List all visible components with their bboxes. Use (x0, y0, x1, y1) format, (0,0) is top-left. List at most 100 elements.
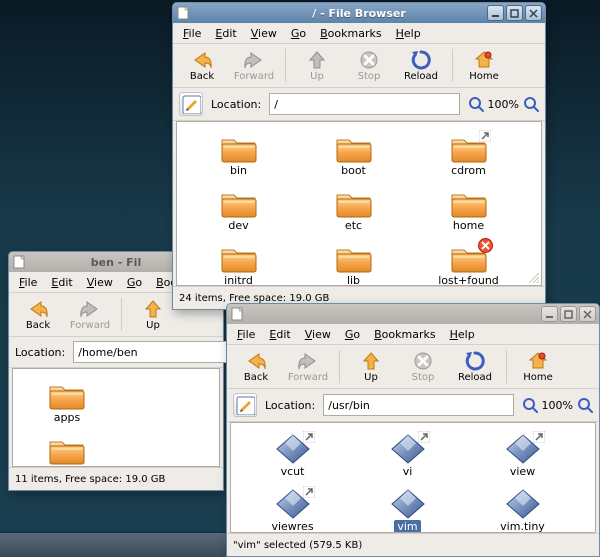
maximize-button[interactable] (560, 306, 577, 322)
folder-icon (449, 242, 489, 274)
resize-grip[interactable] (525, 269, 539, 283)
app-icon (177, 6, 191, 20)
file-view[interactable]: appsbinhtdocsmy-stuff (12, 368, 220, 467)
file-label: viewres (271, 520, 313, 533)
menu-go[interactable]: Go (339, 326, 366, 343)
menu-bookmarks[interactable]: Bookmarks (368, 326, 441, 343)
file-label: cdrom (451, 164, 486, 177)
menu-view[interactable]: View (81, 274, 119, 291)
file-item[interactable]: etc (296, 187, 411, 232)
close-button[interactable] (525, 5, 542, 21)
titlebar[interactable]: x (227, 304, 599, 324)
file-item[interactable]: lib (296, 242, 411, 286)
reload-button[interactable]: Reload (396, 47, 446, 84)
file-item[interactable]: bin (17, 434, 117, 467)
executable-icon (388, 433, 428, 465)
menu-edit[interactable]: Edit (45, 274, 78, 291)
minimize-button[interactable] (487, 5, 504, 21)
menu-file[interactable]: File (13, 274, 43, 291)
menu-go[interactable]: Go (121, 274, 148, 291)
zoom-in-button[interactable] (523, 96, 539, 112)
window-usrbin: x File Edit View Go Bookmarks Help Back … (226, 303, 600, 557)
file-label: bin (230, 164, 247, 177)
file-item[interactable]: lost+found (411, 242, 526, 286)
close-button[interactable] (579, 306, 596, 322)
symlink-emblem-icon (533, 431, 545, 443)
folder-icon (334, 187, 374, 219)
forward-button[interactable]: Forward (229, 47, 279, 84)
menu-file[interactable]: File (231, 326, 261, 343)
menu-help[interactable]: Help (390, 25, 427, 42)
symlink-emblem-icon (479, 130, 491, 142)
file-item[interactable]: view (465, 433, 580, 478)
zoom-out-button[interactable] (468, 96, 484, 112)
file-item[interactable]: vi (350, 433, 465, 478)
back-button[interactable]: Back (231, 348, 281, 385)
file-item[interactable]: home (411, 187, 526, 232)
file-view[interactable]: vcut vi view viewres vim vim.tiny (230, 422, 596, 533)
file-item[interactable]: apps (17, 379, 117, 424)
file-item[interactable]: vcut (235, 433, 350, 478)
file-item[interactable]: viewres (235, 488, 350, 533)
file-view[interactable]: bin boot cdrom dev etc home initrd lib lost+foun… (176, 121, 542, 286)
zoom-out-button[interactable] (522, 397, 538, 413)
symlink-emblem-icon (303, 486, 315, 498)
file-label: apps (54, 411, 80, 424)
menu-view[interactable]: View (245, 25, 283, 42)
back-button[interactable]: Back (13, 296, 63, 333)
menubar: File Edit View Go Bookmarks Help (227, 324, 599, 345)
location-input[interactable] (269, 93, 459, 115)
titlebar[interactable]: / - File Browser (173, 3, 545, 23)
menu-file[interactable]: File (177, 25, 207, 42)
up-button: Up (292, 47, 342, 84)
forward-button[interactable]: Forward (283, 348, 333, 385)
stop-button: Stop (398, 348, 448, 385)
location-input[interactable] (73, 341, 228, 363)
location-bar: Location: 100% (173, 88, 545, 121)
menubar: File Edit View Go Bookmarks Help (173, 23, 545, 44)
reload-button[interactable]: Reload (450, 348, 500, 385)
zoom-in-button[interactable] (577, 397, 593, 413)
file-label: vi (403, 465, 413, 478)
menu-help[interactable]: Help (444, 326, 481, 343)
minimize-button[interactable] (541, 306, 558, 322)
maximize-button[interactable] (506, 5, 523, 21)
window-title: / - File Browser (312, 7, 406, 20)
forward-button[interactable]: Forward (65, 296, 115, 333)
stop-button: Stop (344, 47, 394, 84)
up-button[interactable]: Up (128, 296, 178, 333)
folder-icon (219, 132, 259, 164)
folder-icon (334, 132, 374, 164)
zoom-level: 100% (542, 399, 573, 412)
location-input[interactable] (323, 394, 513, 416)
home-button[interactable]: Home (459, 47, 509, 84)
menu-go[interactable]: Go (285, 25, 312, 42)
location-label: Location: (265, 399, 315, 412)
file-label: etc (345, 219, 362, 232)
up-button[interactable]: Up (346, 348, 396, 385)
home-button[interactable]: Home (513, 348, 563, 385)
menu-edit[interactable]: Edit (209, 25, 242, 42)
toolbar: Back Forward Up Stop Reload Home (227, 345, 599, 389)
file-label: vim.tiny (500, 520, 545, 533)
file-item[interactable]: vim (350, 488, 465, 533)
home-icon (473, 49, 495, 71)
file-item[interactable]: dev (181, 187, 296, 232)
menu-bookmarks[interactable]: Bookmarks (314, 25, 387, 42)
file-item[interactable]: vim.tiny (465, 488, 580, 533)
edit-location-button[interactable] (233, 393, 257, 417)
menu-edit[interactable]: Edit (263, 326, 296, 343)
file-item[interactable]: boot (296, 132, 411, 177)
edit-location-button[interactable] (179, 92, 203, 116)
file-label: boot (341, 164, 366, 177)
zoom-level: 100% (488, 98, 519, 111)
menu-view[interactable]: View (299, 326, 337, 343)
back-button[interactable]: Back (177, 47, 227, 84)
file-item[interactable]: initrd (181, 242, 296, 286)
location-label: Location: (15, 346, 65, 359)
file-item[interactable]: cdrom (411, 132, 526, 177)
executable-icon (503, 488, 543, 520)
file-label: lib (347, 274, 360, 286)
folder-icon (219, 187, 259, 219)
file-item[interactable]: bin (181, 132, 296, 177)
